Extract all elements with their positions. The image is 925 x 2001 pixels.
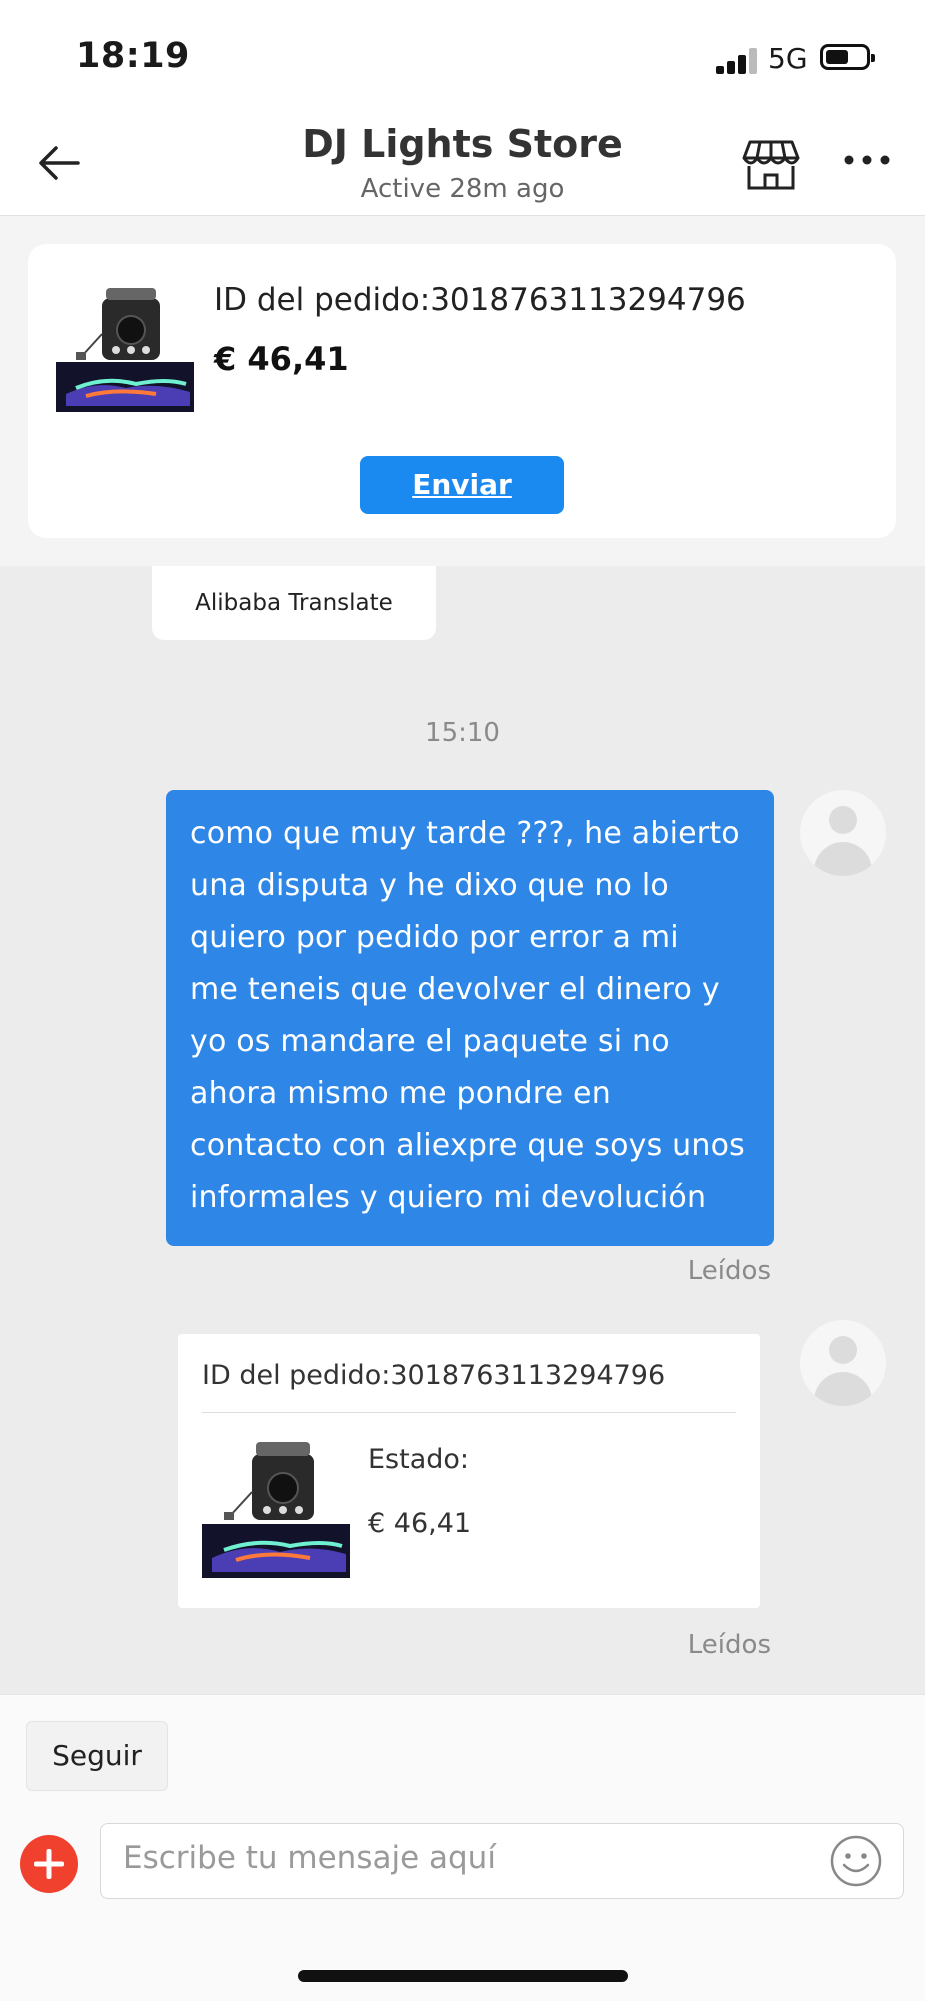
message-line: contacto con aliexpre que soys unos — [190, 1128, 745, 1163]
signal-icon — [716, 48, 758, 74]
user-avatar — [800, 790, 886, 876]
alibaba-translate-label[interactable]: Alibaba Translate — [152, 566, 436, 640]
message-line: ahora mismo me pondre en — [190, 1076, 611, 1111]
message-line: me teneis que devolver el dinero y — [190, 972, 720, 1007]
message-input-placeholder: Escribe tu mensaje aquí — [123, 1840, 496, 1876]
store-icon[interactable] — [742, 136, 800, 192]
user-avatar — [800, 1320, 886, 1406]
order-id: ID del pedido:3018763113294796 — [214, 282, 746, 318]
sent-message-bubble[interactable]: como que muy tarde ???, he abierto una d… — [166, 790, 774, 1246]
home-indicator — [298, 1970, 628, 1982]
order-message-price: € 46,41 — [368, 1508, 472, 1539]
message-line: una disputa y he dixo que no lo — [190, 868, 669, 903]
status-bar: 18:19 5G — [0, 0, 925, 110]
message-line: como que muy tarde ???, he abierto — [190, 816, 740, 851]
message-line: informales y quiero mi devolución — [190, 1180, 707, 1215]
product-image[interactable] — [56, 284, 194, 412]
read-receipt: Leídos — [687, 1630, 771, 1660]
order-message-id: ID del pedido:3018763113294796 — [202, 1360, 666, 1391]
order-banner: ID del pedido:3018763113294796 € 46,41 E… — [0, 216, 925, 566]
send-order-button[interactable]: Enviar — [360, 456, 564, 514]
message-line: yo os mandare el paquete si no — [190, 1024, 670, 1059]
message-timestamp: 15:10 — [425, 718, 500, 748]
order-status-label: Estado: — [368, 1444, 470, 1475]
chat-header: DJ Lights Store Active 28m ago — [0, 110, 925, 216]
battery-icon — [820, 44, 875, 70]
follow-button[interactable]: Seguir — [26, 1721, 168, 1791]
product-image[interactable] — [202, 1438, 350, 1578]
add-plus-icon[interactable] — [20, 1835, 78, 1893]
composer-area: Seguir Escribe tu mensaje aquí — [0, 1694, 925, 2001]
order-message-card[interactable]: ID del pedido:3018763113294796 Estado: €… — [178, 1334, 760, 1608]
message-input[interactable]: Escribe tu mensaje aquí — [100, 1823, 904, 1899]
message-line: quiero por pedido por error a mi — [190, 920, 679, 955]
network-label: 5G — [768, 42, 808, 75]
order-card[interactable]: ID del pedido:3018763113294796 € 46,41 E… — [28, 244, 896, 538]
order-price: € 46,41 — [214, 340, 349, 378]
emoji-icon[interactable] — [829, 1834, 883, 1888]
divider — [202, 1412, 736, 1413]
read-receipt: Leídos — [687, 1256, 771, 1286]
more-dots-icon[interactable] — [842, 150, 892, 170]
status-time: 18:19 — [76, 36, 190, 76]
